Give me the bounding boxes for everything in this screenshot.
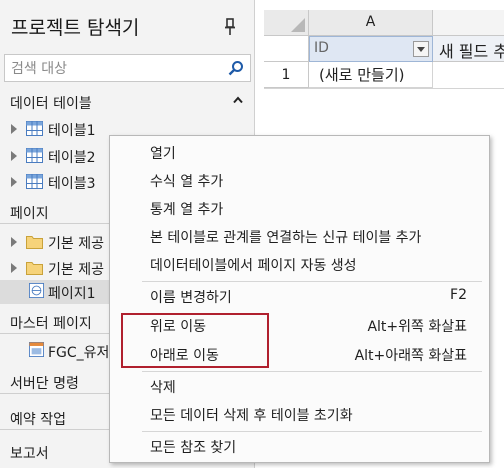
menu-item-label: 본 테이블로 관계를 연결하는 신규 테이블 추가 [150, 230, 422, 246]
menu-separator [142, 281, 482, 282]
section-label: 마스터 페이지 [10, 316, 92, 332]
grid-line [264, 88, 504, 89]
expand-arrow-icon[interactable] [11, 177, 17, 187]
tree-item-label: 테이블2 [48, 150, 96, 166]
search-input[interactable] [9, 58, 223, 80]
search-field[interactable] [4, 54, 251, 82]
tree-item-label: FGC_유저 [48, 345, 110, 361]
tree-item-label: 기본 제공 [48, 236, 104, 252]
menu-item-add-related-table[interactable]: 본 테이블로 관계를 연결하는 신규 테이블 추가 [110, 225, 489, 249]
folder-icon [26, 262, 43, 275]
column-header-a[interactable]: A [309, 10, 433, 36]
corner-triangle-icon [291, 18, 305, 32]
column-header-blank [433, 10, 504, 36]
menu-item-add-stat-column[interactable]: 통계 열 추가 [110, 197, 489, 221]
master-page-icon [29, 342, 44, 357]
menu-item-label: 수식 열 추가 [150, 174, 224, 190]
add-field-cell[interactable]: 새 필드 추가 [433, 36, 504, 62]
tree-item-label: 페이지1 [48, 286, 96, 302]
expand-arrow-icon[interactable] [11, 263, 17, 273]
menu-item-shortcut: Alt+아래쪽 화살표 [354, 348, 467, 364]
section-label: 예약 작업 [10, 412, 66, 428]
section-label: 데이터 테이블 [10, 96, 92, 112]
tree-item-label: 테이블3 [48, 176, 96, 192]
menu-item-label: 데이터테이블에서 페이지 자동 생성 [150, 258, 357, 274]
row-header-1[interactable]: 1 [264, 62, 309, 88]
menu-separator [142, 371, 482, 372]
menu-item-shortcut: F2 [450, 287, 467, 303]
menu-item-shortcut: Alt+위쪽 화살표 [367, 319, 467, 335]
tree-item-label: 기본 제공 [48, 262, 104, 278]
menu-item-label: 열기 [150, 146, 176, 162]
menu-item-find-references[interactable]: 모든 참조 찾기 [110, 435, 489, 459]
page-icon [29, 283, 44, 298]
expand-arrow-icon[interactable] [11, 237, 17, 247]
table-icon [26, 121, 43, 136]
menu-item-delete[interactable]: 삭제 [110, 375, 489, 399]
menu-item-label: 삭제 [150, 380, 176, 396]
new-row-label: (새로 만들기) [319, 66, 405, 84]
table-icon [26, 148, 43, 163]
menu-item-add-formula-column[interactable]: 수식 열 추가 [110, 169, 489, 193]
context-menu: 열기 수식 열 추가 통계 열 추가 본 테이블로 관계를 연결하는 신규 테이… [109, 135, 490, 463]
expand-arrow-icon[interactable] [11, 151, 17, 161]
menu-separator [142, 431, 482, 432]
id-field-cell[interactable]: ID [309, 36, 433, 62]
row-header-blank [264, 36, 309, 62]
section-data-tables[interactable]: 데이터 테이블 [0, 88, 255, 114]
id-field-label: ID [314, 40, 329, 56]
explorer-title: 프로젝트 탐색기 [11, 17, 140, 39]
folder-icon [26, 236, 43, 249]
section-label: 서버단 명령 [10, 376, 79, 392]
new-row-cell[interactable]: (새로 만들기) [309, 62, 433, 88]
add-field-label: 새 필드 추가 [439, 42, 504, 61]
tree-item-label: 테이블1 [48, 123, 96, 139]
menu-item-label: 이름 변경하기 [150, 290, 232, 306]
menu-item-generate-page[interactable]: 데이터테이블에서 페이지 자동 생성 [110, 253, 489, 277]
menu-item-rename[interactable]: 이름 변경하기 F2 [110, 285, 489, 309]
section-label: 보고서 [10, 446, 49, 462]
section-label: 페이지 [10, 206, 49, 222]
menu-item-clear-and-reset[interactable]: 모든 데이터 삭제 후 테이블 초기화 [110, 403, 489, 427]
select-all-corner[interactable] [264, 10, 309, 36]
table-icon [26, 174, 43, 189]
menu-item-label: 모든 참조 찾기 [150, 440, 237, 456]
chevron-up-icon[interactable] [233, 96, 243, 104]
menu-item-open[interactable]: 열기 [110, 141, 489, 165]
filter-dropdown-icon[interactable] [413, 41, 429, 57]
pin-icon[interactable] [223, 18, 237, 36]
search-icon[interactable] [228, 60, 244, 76]
expand-arrow-icon[interactable] [11, 124, 17, 134]
highlight-annotation-box [121, 313, 269, 368]
menu-item-label: 모든 데이터 삭제 후 테이블 초기화 [150, 408, 353, 424]
menu-item-label: 통계 열 추가 [150, 202, 224, 218]
